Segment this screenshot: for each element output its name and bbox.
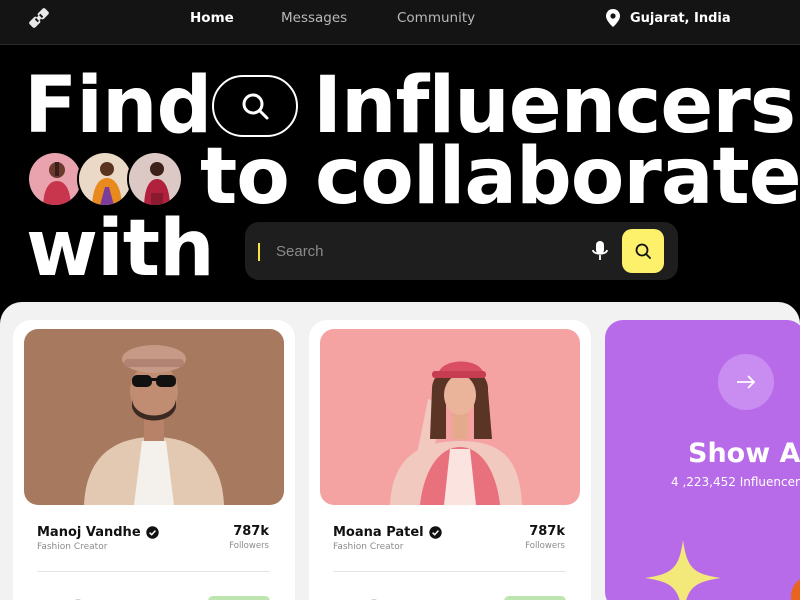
verified-badge-icon <box>428 526 442 539</box>
avatar <box>77 151 133 207</box>
verified-badge-icon <box>145 526 159 539</box>
collaborate-button[interactable] <box>504 596 566 600</box>
influencer-role: Fashion Creator <box>333 542 404 552</box>
influencer-name: Moana Patel <box>333 525 424 540</box>
influencer-name-row: Manoj Vandhe <box>37 525 159 540</box>
decorative-circle <box>791 576 800 600</box>
show-all-arrow-button[interactable] <box>718 354 774 410</box>
search-button[interactable] <box>622 229 664 273</box>
search-icon <box>635 243 651 259</box>
avatar-stack <box>27 151 187 209</box>
sparkle-icon <box>645 540 721 600</box>
text-caret <box>258 243 260 261</box>
nav-messages[interactable]: Messages <box>281 10 347 26</box>
nav-home[interactable]: Home <box>190 10 234 26</box>
microphone-icon[interactable] <box>590 240 610 262</box>
show-all-card[interactable]: Show All 4 ,223,452 Influencers <box>605 320 800 600</box>
location-label: Gujarat, India <box>630 10 731 26</box>
followers-count: 787k <box>529 524 565 539</box>
avatar <box>127 151 183 207</box>
hero-word-find: Find <box>24 61 212 151</box>
influencer-card[interactable]: Manoj Vandhe Fashion Creator 787k Follow… <box>13 320 295 600</box>
search-bar <box>245 222 678 280</box>
card-divider <box>333 571 566 572</box>
influencer-photo <box>24 329 284 505</box>
logo-icon[interactable] <box>26 5 52 31</box>
hero-line-collaborate: to collaborate <box>200 132 800 222</box>
show-all-title: Show All <box>688 438 800 469</box>
show-all-count: 4 ,223,452 Influencers <box>671 475 800 489</box>
followers-label: Followers <box>525 541 565 551</box>
nav-community[interactable]: Community <box>397 10 475 26</box>
search-input[interactable] <box>276 236 576 266</box>
hero-search-pill[interactable] <box>212 75 298 137</box>
influencer-role: Fashion Creator <box>37 542 108 552</box>
avatar <box>27 151 83 207</box>
search-icon <box>242 93 269 120</box>
followers-label: Followers <box>229 541 269 551</box>
influencer-card[interactable]: Moana Patel Fashion Creator 787k Followe… <box>309 320 591 600</box>
location-selector[interactable]: Gujarat, India <box>606 9 731 27</box>
influencer-name: Manoj Vandhe <box>37 525 141 540</box>
top-nav: Home Messages Community Gujarat, India <box>0 0 800 45</box>
influencer-photo <box>320 329 580 505</box>
hero-word-with: with <box>26 204 215 294</box>
arrow-right-icon <box>737 375 756 389</box>
influencer-name-row: Moana Patel <box>333 525 442 540</box>
collaborate-button[interactable] <box>208 596 270 600</box>
location-pin-icon <box>606 9 620 27</box>
card-divider <box>37 571 270 572</box>
followers-count: 787k <box>233 524 269 539</box>
